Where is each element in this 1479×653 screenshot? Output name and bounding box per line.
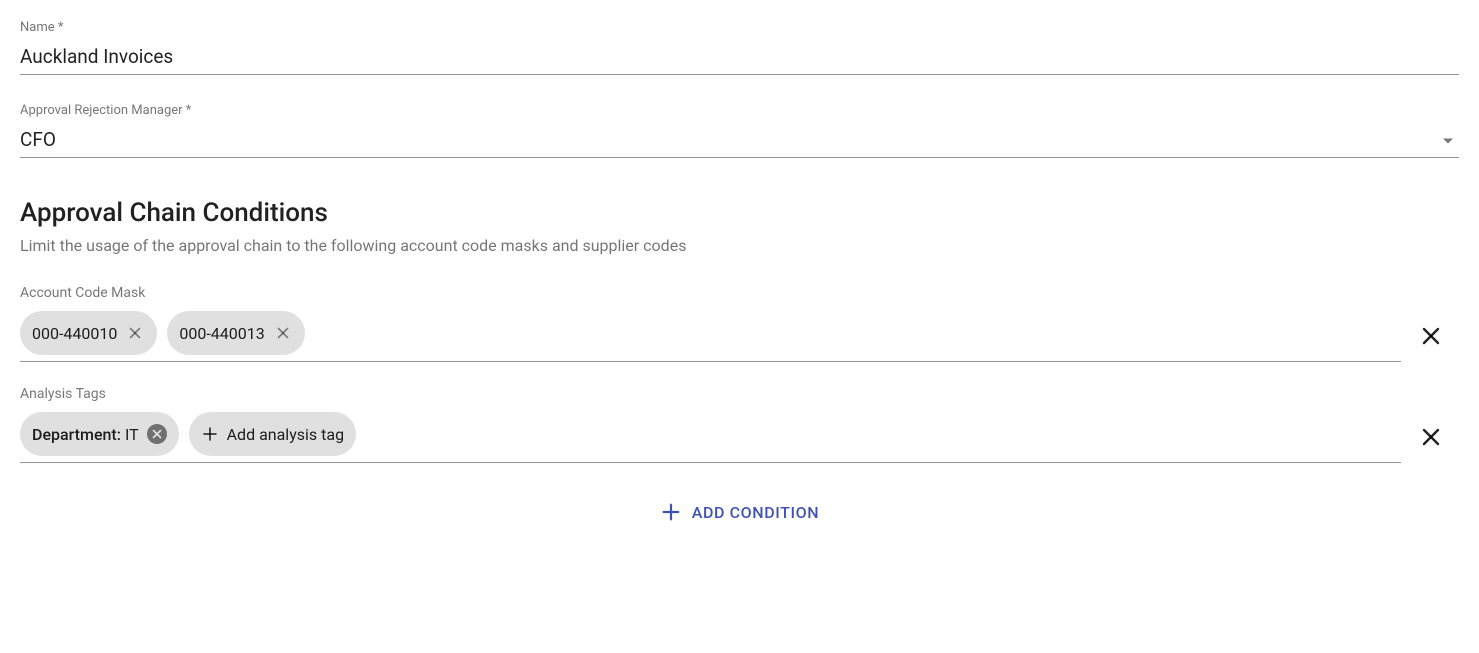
close-icon	[1419, 425, 1443, 449]
account-code-mask-clear	[1417, 322, 1445, 362]
analysis-tag-chip[interactable]: Department: IT	[20, 412, 179, 456]
plus-icon	[660, 501, 682, 523]
plus-icon	[201, 425, 219, 443]
approval-rejection-manager-label: Approval Rejection Manager *	[20, 103, 1459, 118]
analysis-tags-inner: Analysis Tags Department: IT Add analysi…	[20, 386, 1401, 463]
account-code-mask-inner: Account Code Mask 000-440010 000-440013	[20, 285, 1401, 362]
analysis-tags-row: Analysis Tags Department: IT Add analysi…	[20, 386, 1459, 463]
analysis-tags-chips: Department: IT Add analysis tag	[20, 412, 1401, 456]
add-condition-label: ADD CONDITION	[692, 503, 820, 522]
add-condition-row: ADD CONDITION	[20, 493, 1459, 531]
analysis-tag-value: IT	[125, 425, 139, 444]
analysis-tag-key: Department:	[32, 425, 121, 444]
account-code-mask-label: Account Code Mask	[20, 285, 1401, 301]
name-input[interactable]	[20, 41, 1459, 75]
add-analysis-tag-button[interactable]: Add analysis tag	[189, 412, 356, 456]
analysis-tags-label: Analysis Tags	[20, 386, 1401, 402]
close-icon	[1419, 324, 1443, 348]
account-code-mask-chip[interactable]: 000-440013	[167, 311, 304, 355]
approval-rejection-manager-select[interactable]: CFO	[20, 124, 1459, 158]
chip-label: 000-440013	[179, 324, 264, 343]
approval-rejection-manager-value: CFO	[20, 124, 1459, 157]
clear-row-button[interactable]	[1417, 423, 1445, 451]
conditions-section-title: Approval Chain Conditions	[20, 198, 1459, 228]
account-code-mask-chips[interactable]: 000-440010 000-440013	[20, 311, 1401, 355]
name-label: Name *	[20, 20, 1459, 35]
analysis-tags-clear	[1417, 423, 1445, 463]
close-icon[interactable]	[273, 323, 293, 343]
add-condition-button[interactable]: ADD CONDITION	[648, 493, 832, 531]
account-code-mask-chip[interactable]: 000-440010	[20, 311, 157, 355]
clear-row-button[interactable]	[1417, 322, 1445, 350]
add-analysis-tag-label: Add analysis tag	[227, 425, 344, 444]
conditions-section-description: Limit the usage of the approval chain to…	[20, 236, 1459, 255]
account-code-mask-row: Account Code Mask 000-440010 000-440013	[20, 285, 1459, 362]
chevron-down-icon	[1443, 138, 1453, 143]
close-icon[interactable]	[125, 323, 145, 343]
close-icon[interactable]	[147, 424, 167, 444]
approval-rejection-manager-field: Approval Rejection Manager * CFO	[20, 103, 1459, 158]
chip-label: 000-440010	[32, 324, 117, 343]
name-field: Name *	[20, 20, 1459, 75]
